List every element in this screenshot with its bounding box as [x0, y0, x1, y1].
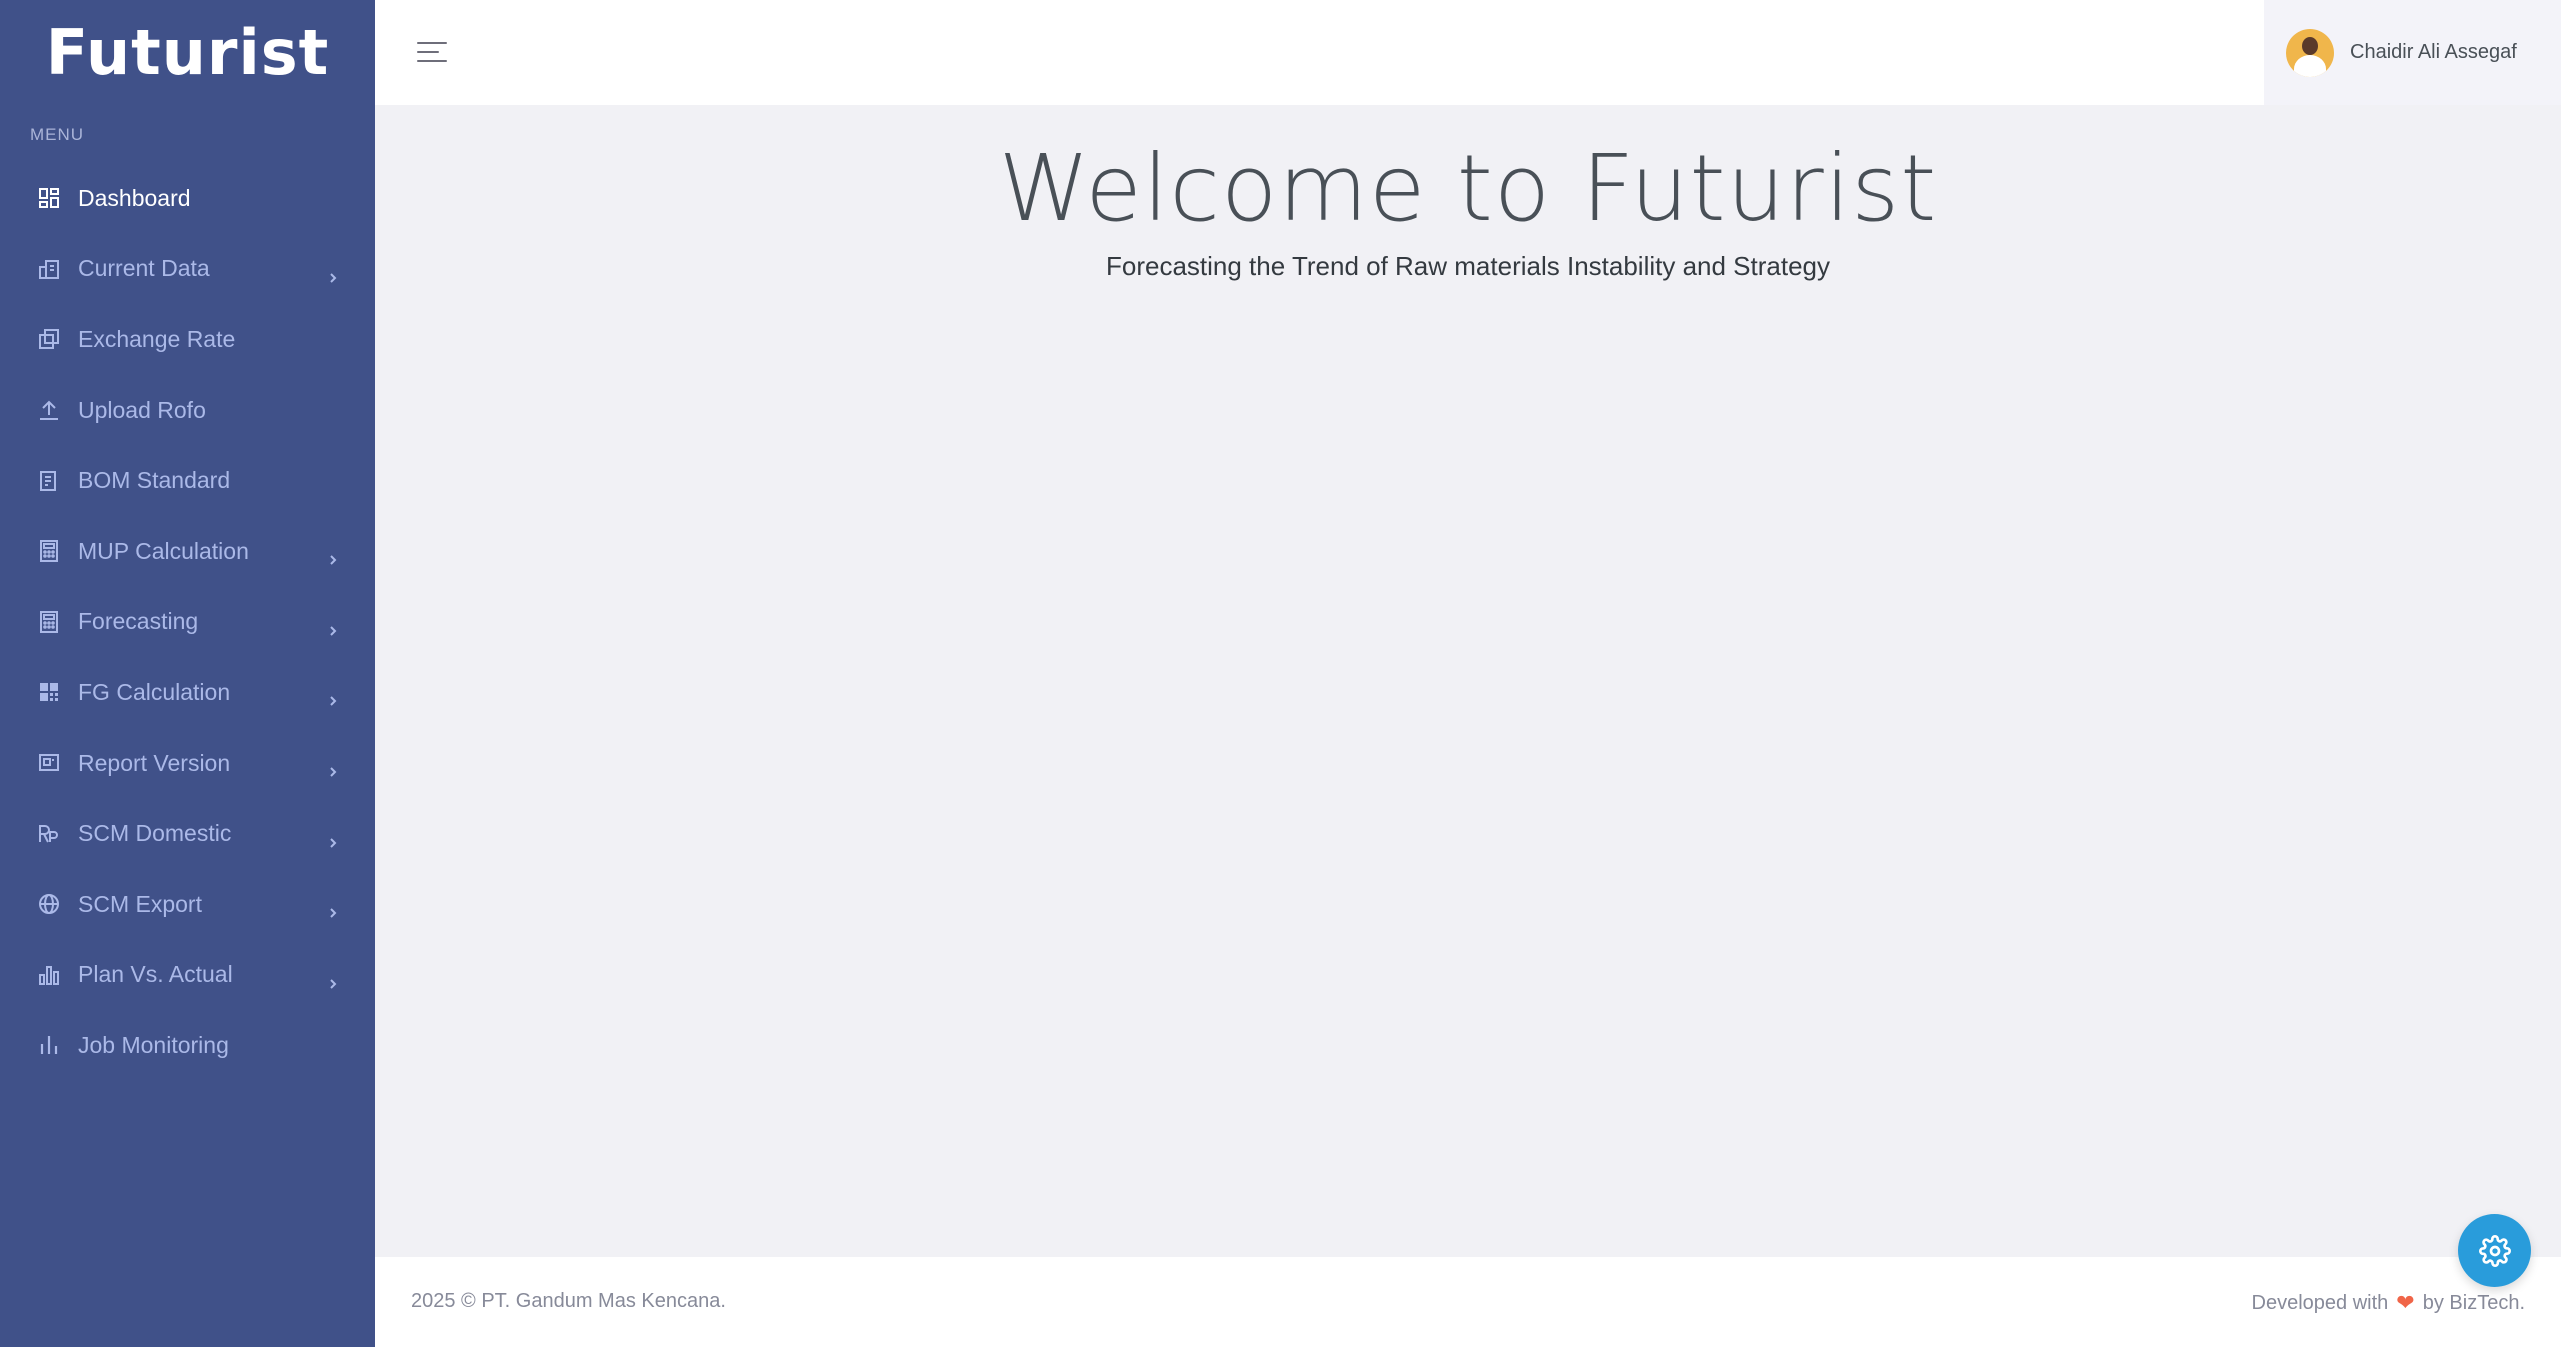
- brand-logo[interactable]: Futurist: [0, 0, 375, 105]
- hamburger-menu-icon[interactable]: [417, 40, 447, 64]
- chevron-right-icon: [327, 828, 339, 848]
- gear-icon: [2478, 1234, 2511, 1267]
- sidebar: Futurist MENU Dashboard Current Data Exc…: [0, 0, 375, 1347]
- chevron-right-icon: [327, 898, 339, 918]
- footer-credit: Developed with ❤ by BizTech.: [2252, 1290, 2525, 1316]
- topbar: Chaidir Ali Assegaf: [375, 0, 2561, 105]
- sidebar-item-label: SCM Domestic: [78, 820, 232, 847]
- sidebar-item-current-data[interactable]: Current Data: [0, 234, 375, 305]
- sidebar-item-label: BOM Standard: [78, 467, 231, 494]
- sidebar-nav: Dashboard Current Data Exchange Rate Upl…: [0, 163, 375, 1081]
- sidebar-item-report-version[interactable]: Report Version: [0, 728, 375, 799]
- presentation-icon: [36, 750, 62, 776]
- sidebar-item-upload-rofo[interactable]: Upload Rofo: [0, 375, 375, 446]
- page-subtitle: Forecasting the Trend of Raw materials I…: [1105, 251, 1830, 281]
- grid-icon: [36, 679, 62, 705]
- chevron-right-icon: [327, 545, 339, 565]
- sidebar-item-label: Job Monitoring: [78, 1031, 229, 1058]
- calculator-icon: [36, 609, 62, 635]
- menu-section-title: MENU: [30, 125, 85, 144]
- footer: 2025 © PT. Gandum Mas Kencana. Developed…: [375, 1257, 2561, 1347]
- bar-lines-icon: [36, 1032, 62, 1058]
- sidebar-item-bom-standard[interactable]: BOM Standard: [0, 445, 375, 516]
- copy-icon: [36, 326, 62, 352]
- sidebar-item-mup-calculation[interactable]: MUP Calculation: [0, 516, 375, 587]
- heart-icon: ❤: [2396, 1290, 2415, 1315]
- brand-name: Futurist: [45, 16, 330, 89]
- sidebar-item-job-monitoring[interactable]: Job Monitoring: [0, 1010, 375, 1081]
- sidebar-item-scm-export[interactable]: SCM Export: [0, 869, 375, 940]
- document-list-icon: [36, 468, 62, 494]
- chevron-right-icon: [327, 757, 339, 777]
- user-name: Chaidir Ali Assegaf: [2350, 41, 2517, 63]
- sidebar-item-forecasting[interactable]: Forecasting: [0, 587, 375, 658]
- sidebar-item-exchange-rate[interactable]: Exchange Rate: [0, 304, 375, 375]
- sidebar-item-label: Exchange Rate: [78, 325, 236, 352]
- sidebar-item-label: Plan Vs. Actual: [78, 961, 233, 988]
- sidebar-item-fg-calculation[interactable]: FG Calculation: [0, 657, 375, 728]
- footer-copyright: 2025 © PT. Gandum Mas Kencana.: [411, 1290, 726, 1312]
- sidebar-item-scm-domestic[interactable]: SCM Domestic: [0, 798, 375, 869]
- settings-button[interactable]: [2458, 1214, 2531, 1287]
- user-profile-dropdown[interactable]: Chaidir Ali Assegaf: [2264, 0, 2561, 105]
- sidebar-item-dashboard[interactable]: Dashboard: [0, 163, 375, 234]
- building-chart-icon: [36, 256, 62, 282]
- page-title: Welcome to Futurist: [998, 135, 1938, 242]
- main-content: Welcome to Futurist Forecasting the Tren…: [375, 105, 2561, 1257]
- chevron-right-icon: [327, 969, 339, 989]
- footer-credit-suffix: by BizTech.: [2422, 1291, 2525, 1314]
- sidebar-item-label: Upload Rofo: [78, 396, 206, 423]
- sidebar-item-plan-vs-actual[interactable]: Plan Vs. Actual: [0, 940, 375, 1011]
- footer-credit-prefix: Developed with: [2251, 1291, 2389, 1314]
- rupiah-icon: [36, 821, 62, 847]
- sidebar-item-label: MUP Calculation: [78, 537, 249, 564]
- globe-icon: [36, 891, 62, 917]
- sidebar-item-label: SCM Export: [78, 890, 202, 917]
- sidebar-item-label: Report Version: [78, 749, 231, 776]
- sidebar-item-label: Forecasting: [78, 608, 199, 635]
- chevron-right-icon: [327, 686, 339, 707]
- sidebar-item-label: Current Data: [78, 255, 210, 282]
- sidebar-item-label: FG Calculation: [78, 678, 231, 705]
- upload-icon: [36, 397, 62, 423]
- calculator-icon: [36, 538, 62, 564]
- bar-chart-icon: [36, 962, 62, 988]
- chevron-right-icon: [327, 263, 339, 283]
- chevron-right-icon: [327, 616, 339, 636]
- dashboard-icon: [36, 185, 62, 211]
- sidebar-item-label: Dashboard: [78, 184, 191, 211]
- avatar: [2286, 28, 2334, 77]
